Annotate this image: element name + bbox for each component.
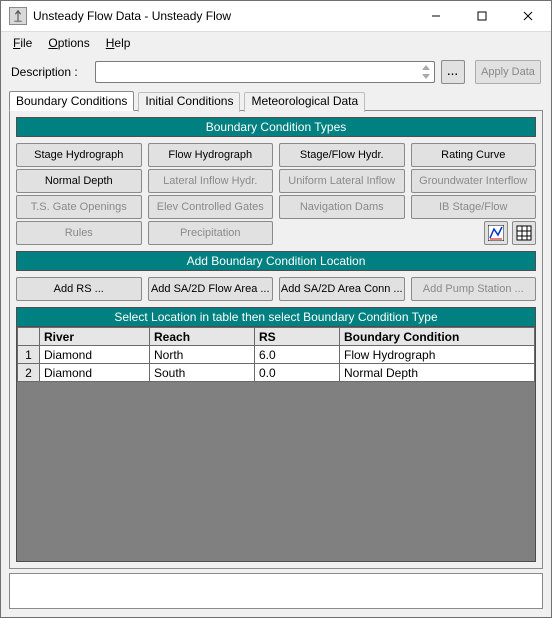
description-label: Description :	[11, 65, 89, 79]
button-label: Precipitation	[180, 227, 241, 239]
chevron-up-icon[interactable]	[419, 63, 433, 72]
cell-rs[interactable]: 6.0	[255, 346, 340, 364]
table-row[interactable]: 1 Diamond North 6.0 Flow Hydrograph	[18, 346, 535, 364]
add-sa2d-area-conn-button[interactable]: Add SA/2D Area Conn ...	[279, 277, 405, 301]
stage-hydrograph-button[interactable]: Stage Hydrograph	[16, 143, 142, 167]
status-area	[9, 573, 543, 609]
bct-header: Boundary Condition Types	[16, 117, 536, 137]
cell-bc[interactable]: Normal Depth	[340, 364, 535, 382]
window-title: Unsteady Flow Data - Unsteady Flow	[33, 9, 413, 23]
rules-button: Rules	[16, 221, 142, 245]
menu-options[interactable]: Options	[46, 34, 91, 52]
chevron-down-icon[interactable]	[419, 72, 433, 81]
tab-initial-conditions[interactable]: Initial Conditions	[138, 92, 240, 112]
bct-icon-row	[411, 221, 537, 245]
col-bc-header[interactable]: Boundary Condition	[340, 328, 535, 346]
button-label: Rating Curve	[441, 149, 505, 161]
titlebar: Unsteady Flow Data - Unsteady Flow	[1, 1, 551, 32]
col-river-header[interactable]: River	[40, 328, 150, 346]
tab-body: Boundary Condition Types Stage Hydrograp…	[9, 110, 543, 569]
menu-help[interactable]: Help	[104, 34, 133, 52]
cell-reach[interactable]: North	[150, 346, 255, 364]
plot-icon[interactable]	[484, 221, 508, 245]
close-button[interactable]	[505, 1, 551, 31]
tab-label: Boundary Conditions	[16, 94, 127, 108]
precipitation-button: Precipitation	[148, 221, 274, 245]
add-pump-station-button: Add Pump Station ...	[411, 277, 537, 301]
boundary-table[interactable]: River Reach RS Boundary Condition 1 Diam…	[17, 327, 535, 382]
col-rs-header[interactable]: RS	[255, 328, 340, 346]
bct-button-grid: Stage Hydrograph Flow Hydrograph Stage/F…	[16, 143, 536, 245]
menu-file[interactable]: File	[11, 34, 34, 52]
button-label: Lateral Inflow Hydr.	[163, 175, 257, 187]
minimize-button[interactable]	[413, 1, 459, 31]
row-number: 2	[18, 364, 40, 382]
tab-meteorological-data[interactable]: Meteorological Data	[244, 92, 365, 112]
add-sa2d-flow-area-button[interactable]: Add SA/2D Flow Area ...	[148, 277, 274, 301]
groundwater-interflow-button: Groundwater Interflow	[411, 169, 537, 193]
window-controls	[413, 1, 551, 31]
uniform-lateral-inflow-button: Uniform Lateral Inflow	[279, 169, 405, 193]
window: Unsteady Flow Data - Unsteady Flow File …	[0, 0, 552, 618]
button-label: Normal Depth	[45, 175, 113, 187]
row-number: 1	[18, 346, 40, 364]
table-instruction: Select Location in table then select Bou…	[16, 307, 536, 327]
button-label: IB Stage/Flow	[439, 201, 507, 213]
lateral-inflow-hydr-button: Lateral Inflow Hydr.	[148, 169, 274, 193]
table-wrap: Select Location in table then select Bou…	[16, 307, 536, 562]
normal-depth-button[interactable]: Normal Depth	[16, 169, 142, 193]
elev-controlled-gates-button: Elev Controlled Gates	[148, 195, 274, 219]
table-icon[interactable]	[512, 221, 536, 245]
tab-label: Meteorological Data	[251, 94, 358, 108]
button-label: Add RS ...	[54, 283, 104, 295]
ts-gate-openings-button: T.S. Gate Openings	[16, 195, 142, 219]
loc-button-grid: Add RS ... Add SA/2D Flow Area ... Add S…	[16, 277, 536, 301]
rating-curve-button[interactable]: Rating Curve	[411, 143, 537, 167]
loc-header: Add Boundary Condition Location	[16, 251, 536, 271]
flow-hydrograph-button[interactable]: Flow Hydrograph	[148, 143, 274, 167]
cell-reach[interactable]: South	[150, 364, 255, 382]
apply-data-button[interactable]: Apply Data	[475, 60, 541, 84]
description-row: Description : ... Apply Data	[1, 56, 551, 90]
cell-river[interactable]: Diamond	[40, 364, 150, 382]
button-label: Rules	[65, 227, 93, 239]
app-icon	[9, 7, 27, 25]
description-input[interactable]	[95, 61, 435, 83]
button-label: Add Pump Station ...	[423, 283, 524, 295]
description-spin[interactable]	[419, 63, 433, 81]
cell-rs[interactable]: 0.0	[255, 364, 340, 382]
ib-stage-flow-button: IB Stage/Flow	[411, 195, 537, 219]
navigation-dams-button: Navigation Dams	[279, 195, 405, 219]
button-label: Groundwater Interflow	[419, 175, 527, 187]
cell-bc[interactable]: Flow Hydrograph	[340, 346, 535, 364]
table-row[interactable]: 2 Diamond South 0.0 Normal Depth	[18, 364, 535, 382]
browse-button[interactable]: ...	[441, 60, 465, 84]
corner-header	[18, 328, 40, 346]
maximize-button[interactable]	[459, 1, 505, 31]
button-label: Stage/Flow Hydr.	[300, 149, 384, 161]
button-label: Stage Hydrograph	[34, 149, 123, 161]
button-label: Navigation Dams	[300, 201, 384, 213]
table-header-row: River Reach RS Boundary Condition	[18, 328, 535, 346]
button-label: T.S. Gate Openings	[31, 201, 127, 213]
button-label: Uniform Lateral Inflow	[288, 175, 395, 187]
tab-label: Initial Conditions	[145, 94, 233, 108]
stage-flow-hydr-button[interactable]: Stage/Flow Hydr.	[279, 143, 405, 167]
button-label: Elev Controlled Gates	[157, 201, 264, 213]
cell-river[interactable]: Diamond	[40, 346, 150, 364]
button-label: Flow Hydrograph	[168, 149, 252, 161]
button-label: Add SA/2D Area Conn ...	[281, 283, 403, 295]
grid-area[interactable]: River Reach RS Boundary Condition 1 Diam…	[16, 327, 536, 562]
tabstrip: Boundary Conditions Initial Conditions M…	[1, 90, 551, 110]
tab-boundary-conditions[interactable]: Boundary Conditions	[9, 91, 134, 111]
add-rs-button[interactable]: Add RS ...	[16, 277, 142, 301]
menubar: File Options Help	[1, 32, 551, 56]
col-reach-header[interactable]: Reach	[150, 328, 255, 346]
button-label: Add SA/2D Flow Area ...	[151, 283, 270, 295]
